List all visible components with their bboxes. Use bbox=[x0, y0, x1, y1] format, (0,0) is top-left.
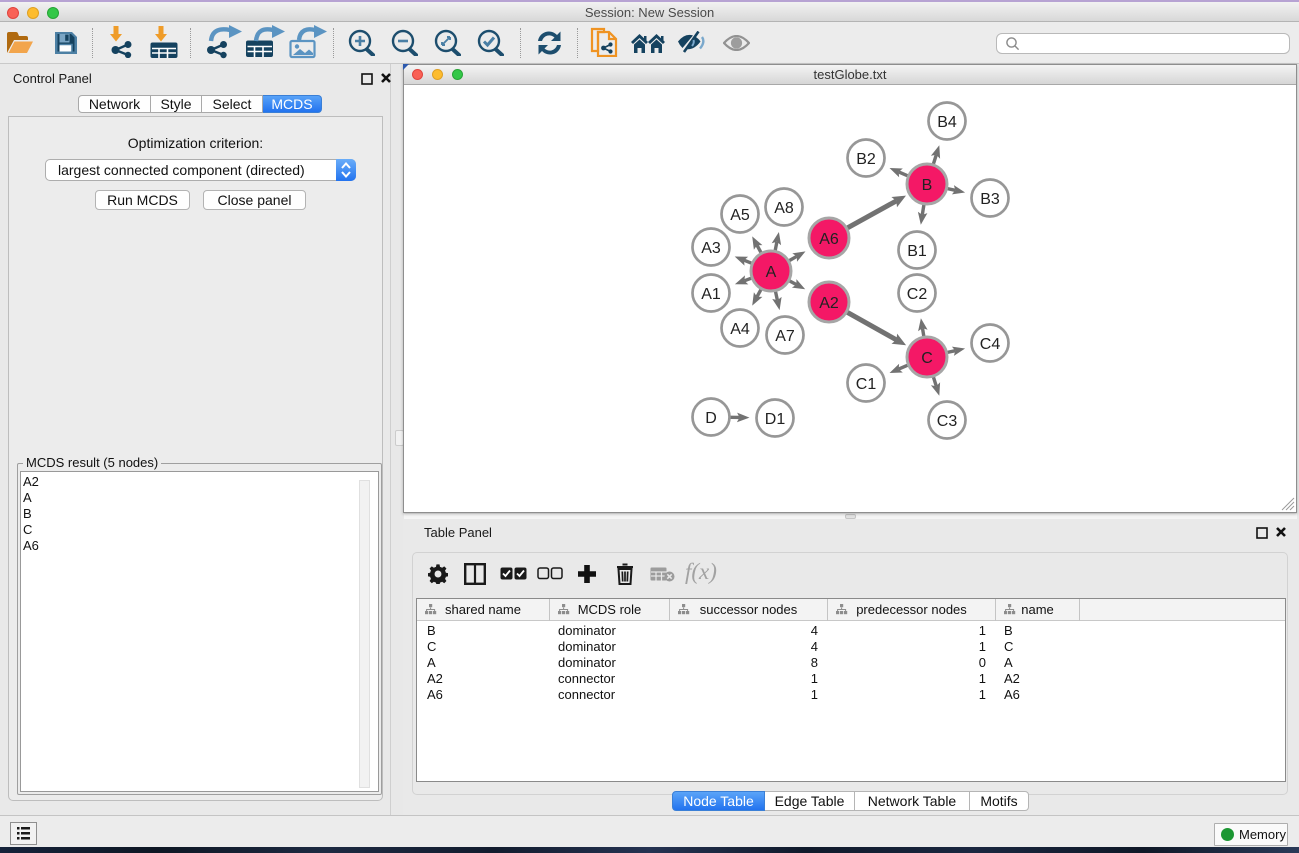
svg-text:A: A bbox=[766, 264, 777, 281]
svg-text:B4: B4 bbox=[937, 114, 957, 131]
svg-text:A7: A7 bbox=[775, 328, 795, 345]
svg-text:A8: A8 bbox=[774, 200, 794, 217]
svg-text:B2: B2 bbox=[856, 151, 876, 168]
svg-text:A5: A5 bbox=[730, 207, 750, 224]
svg-text:D1: D1 bbox=[765, 411, 786, 428]
svg-text:A4: A4 bbox=[730, 321, 750, 338]
svg-text:B1: B1 bbox=[907, 243, 927, 260]
svg-text:B3: B3 bbox=[980, 191, 1000, 208]
svg-text:B: B bbox=[922, 177, 933, 194]
svg-text:D: D bbox=[705, 410, 717, 427]
svg-text:A3: A3 bbox=[701, 240, 721, 257]
svg-text:C1: C1 bbox=[856, 376, 877, 393]
svg-text:C2: C2 bbox=[907, 286, 928, 303]
svg-text:C3: C3 bbox=[937, 413, 958, 430]
svg-text:C: C bbox=[921, 350, 933, 367]
svg-text:A2: A2 bbox=[819, 295, 839, 312]
svg-text:A1: A1 bbox=[701, 286, 721, 303]
svg-text:A6: A6 bbox=[819, 231, 839, 248]
svg-text:C4: C4 bbox=[980, 336, 1001, 353]
